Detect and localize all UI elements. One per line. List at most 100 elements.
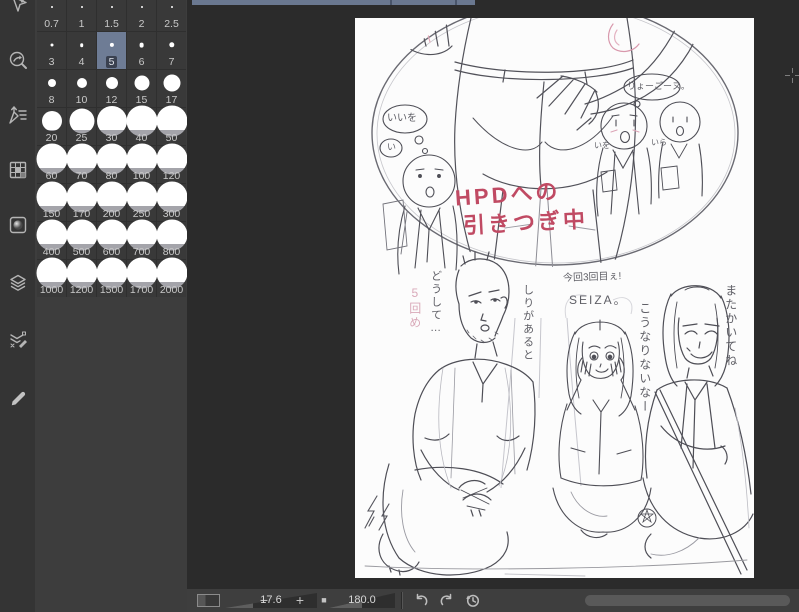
brush-size-cell-150[interactable]: 150 bbox=[36, 181, 67, 221]
gradient-tile-button[interactable] bbox=[7, 214, 29, 236]
swatch-grid-icon bbox=[9, 161, 27, 179]
sketch-note-konkai: 今回3回目ぇ! bbox=[562, 270, 622, 285]
operation-tool-button[interactable] bbox=[7, 0, 29, 15]
brush-size-cell-17[interactable]: 17 bbox=[157, 70, 186, 107]
brush-size-cell-1700[interactable]: 1700 bbox=[126, 257, 157, 297]
brush-size-grid: 0.7 1 1.5 2 2.5 3 4 5 6 7 8 10 12 15 17 20 25 30 40 50 60 70 8… bbox=[36, 0, 187, 297]
brush-size-cell-70[interactable]: 70 bbox=[66, 143, 97, 183]
brush-size-label: 0.7 bbox=[44, 18, 59, 30]
brush-size-cell-1500[interactable]: 1500 bbox=[96, 257, 127, 297]
rotation-value: 180.0 bbox=[348, 594, 376, 606]
brush-size-label: 8 bbox=[48, 94, 55, 106]
brush-size-label: 5 bbox=[97, 56, 126, 68]
canvas-page[interactable]: HPDへの 引きつぎ中 いいを い りょーごーヌ。 いを いら どうして… 5回… bbox=[355, 18, 754, 578]
brush-size-cell-5[interactable]: 5 bbox=[97, 32, 126, 69]
brush-size-cell-10[interactable]: 10 bbox=[67, 70, 96, 107]
brush-size-label: 150 bbox=[42, 208, 61, 220]
tool-sidebar bbox=[0, 0, 35, 612]
brush-size-cell-250[interactable]: 250 bbox=[126, 181, 157, 221]
brush-size-cell-2.5[interactable]: 2.5 bbox=[157, 0, 186, 31]
brush-size-cell-40[interactable]: 40 bbox=[126, 105, 157, 145]
brush-size-cell-800[interactable]: 800 bbox=[156, 219, 187, 259]
brush-size-cell-1000[interactable]: 1000 bbox=[36, 257, 67, 297]
sketch-note-seiza: SEIZA。 bbox=[569, 293, 628, 307]
top-panel-strip[interactable] bbox=[192, 0, 475, 5]
sketch-note-shiri: しりがあると bbox=[521, 284, 534, 362]
brush-size-cell-200[interactable]: 200 bbox=[96, 181, 127, 221]
horizontal-scrollbar[interactable] bbox=[585, 595, 790, 606]
brush-size-label: 50 bbox=[165, 132, 178, 144]
brush-size-label: 1700 bbox=[129, 284, 154, 296]
brush-size-cell-300[interactable]: 300 bbox=[156, 181, 187, 221]
brush-size-cell-700[interactable]: 700 bbox=[126, 219, 157, 259]
history-button[interactable] bbox=[465, 593, 481, 608]
brush-size-cell-30[interactable]: 30 bbox=[96, 106, 127, 145]
brush-size-label: 3 bbox=[48, 56, 55, 68]
brush-size-cell-120[interactable]: 120 bbox=[156, 143, 187, 183]
brush-size-cell-20[interactable]: 20 bbox=[37, 108, 66, 145]
brush-size-cell-0.7[interactable]: 0.7 bbox=[37, 0, 66, 31]
speech-bubble-right-text: りょーごーヌ。 bbox=[627, 81, 690, 91]
brush-size-label: 2.5 bbox=[164, 18, 179, 30]
brush-size-label: 20 bbox=[45, 132, 58, 144]
brush-size-label: 120 bbox=[162, 170, 181, 182]
navigate-zoom-button[interactable] bbox=[7, 49, 29, 71]
brush-size-label: 2000 bbox=[159, 284, 184, 296]
brush-size-cell-15[interactable]: 15 bbox=[127, 70, 156, 107]
zoom-slider[interactable]: 17.6 bbox=[225, 593, 317, 608]
gradient-circle-icon bbox=[9, 216, 27, 234]
brush-size-cell-3[interactable]: 3 bbox=[37, 32, 66, 69]
brush-size-cell-2000[interactable]: 2000 bbox=[156, 257, 187, 297]
brush-size-cell-8[interactable]: 8 bbox=[37, 70, 66, 107]
brush-size-cell-1[interactable]: 1 bbox=[67, 0, 96, 31]
brush-size-cell-12[interactable]: 12 bbox=[97, 70, 126, 107]
undo-button[interactable] bbox=[413, 593, 429, 608]
brush-size-cell-100[interactable]: 100 bbox=[126, 143, 157, 183]
brush-size-label: 800 bbox=[162, 246, 181, 258]
brush-size-cell-2[interactable]: 2 bbox=[127, 0, 156, 31]
pen-upload-icon bbox=[9, 106, 27, 124]
chibi-label-1: いを bbox=[594, 141, 610, 150]
brush-size-label: 17 bbox=[165, 94, 178, 106]
brush-size-label: 12 bbox=[105, 94, 118, 106]
brush-size-cell-6[interactable]: 6 bbox=[127, 32, 156, 69]
export-pen-button[interactable] bbox=[7, 104, 29, 126]
strip-divider bbox=[390, 0, 392, 5]
brush-size-cell-500[interactable]: 500 bbox=[66, 219, 97, 259]
brush-size-cell-1200[interactable]: 1200 bbox=[66, 257, 97, 297]
brush-size-cell-80[interactable]: 80 bbox=[96, 143, 127, 183]
brush-tip-preview bbox=[139, 42, 144, 48]
brush-size-label: 60 bbox=[45, 170, 58, 182]
layer-edit-icon bbox=[10, 331, 27, 348]
brush-size-cell-25[interactable]: 25 bbox=[67, 108, 96, 145]
brush-size-label: 2 bbox=[138, 18, 145, 30]
brush-tip-preview bbox=[163, 74, 180, 92]
redo-button[interactable] bbox=[439, 593, 455, 608]
layers-button[interactable] bbox=[7, 272, 29, 294]
bar-separator bbox=[401, 592, 403, 609]
brush-size-cell-7[interactable]: 7 bbox=[157, 32, 186, 69]
brush-size-label: 700 bbox=[132, 246, 151, 258]
brush-size-label: 500 bbox=[72, 246, 91, 258]
magnifier-arrow-icon bbox=[9, 51, 27, 69]
navigator-preview-box[interactable] bbox=[197, 594, 220, 607]
layer-property-button[interactable] bbox=[7, 328, 29, 350]
brush-size-cell-60[interactable]: 60 bbox=[36, 143, 67, 183]
rotation-slider[interactable]: 180.0 bbox=[329, 593, 395, 608]
brush-size-cell-1.5[interactable]: 1.5 bbox=[97, 0, 126, 31]
pen-tool-button[interactable] bbox=[7, 385, 29, 407]
chibi-label-2: いら bbox=[651, 138, 667, 147]
sketch-note-pink: 5回め bbox=[407, 286, 422, 330]
brush-tip-preview bbox=[50, 43, 53, 47]
brush-size-cell-170[interactable]: 170 bbox=[66, 181, 97, 221]
brush-size-cell-50[interactable]: 50 bbox=[156, 105, 187, 145]
canvas-area[interactable]: HPDへの 引きつぎ中 いいを い りょーごーヌ。 いを いら どうして… 5回… bbox=[187, 0, 799, 612]
brush-size-cell-4[interactable]: 4 bbox=[67, 32, 96, 69]
layers-icon bbox=[10, 274, 26, 291]
brush-size-cell-400[interactable]: 400 bbox=[36, 219, 67, 259]
sketch-note-mata: またかいてね bbox=[723, 284, 738, 368]
brush-tip-preview bbox=[170, 6, 173, 8]
color-swatches-button[interactable] bbox=[7, 159, 29, 181]
brush-size-label: 100 bbox=[132, 170, 151, 182]
brush-size-cell-600[interactable]: 600 bbox=[96, 219, 127, 259]
